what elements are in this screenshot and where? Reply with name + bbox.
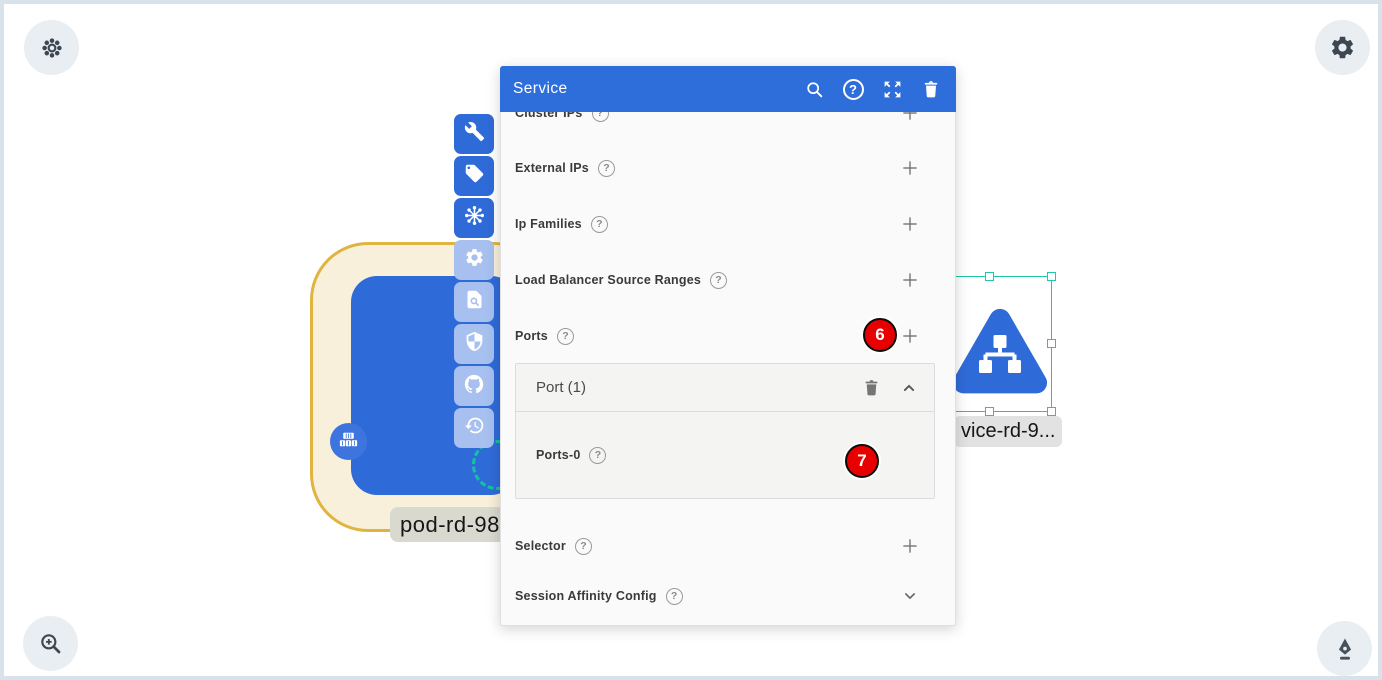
document-search-icon (464, 289, 485, 315)
step-badge-6-number: 6 (875, 325, 885, 344)
add-selector-button[interactable] (899, 535, 921, 557)
tag-icon (464, 163, 485, 189)
field-label: Session Affinity Config (515, 589, 657, 603)
toolbar-item-tag[interactable] (454, 156, 494, 196)
field-row-load-balancer-source-ranges: Load Balancer Source Ranges ? (515, 267, 941, 293)
help-glyph: ? (715, 274, 722, 286)
service-label: vice-rd-9... (954, 416, 1062, 447)
step-badge-7: 7 (845, 444, 879, 478)
collapse-port-chevron[interactable] (898, 377, 920, 399)
delete-icon[interactable] (920, 78, 942, 100)
toolbar-item-gear[interactable] (454, 240, 494, 280)
toolbar-item-wrench[interactable] (454, 114, 494, 154)
help-icon[interactable]: ? (710, 271, 728, 289)
zoom-button[interactable] (23, 616, 78, 671)
help-icon[interactable]: ? (842, 78, 864, 100)
help-glyph: ? (594, 449, 602, 461)
field-row-external-ips: External IPs ? (515, 155, 941, 181)
field-row-selector: Selector ? (515, 533, 941, 559)
gear-icon (464, 247, 485, 273)
add-load-balancer-source-ranges-button[interactable] (899, 269, 921, 291)
add-external-ips-button[interactable] (899, 157, 921, 179)
help-icon[interactable]: ? (556, 327, 574, 345)
expand-icon[interactable] (881, 78, 903, 100)
help-icon[interactable]: ? (590, 215, 608, 233)
node-toolbar (454, 114, 494, 448)
help-glyph: ? (596, 218, 603, 230)
field-label: Load Balancer Source Ranges (515, 273, 702, 287)
step-badge-6: 6 (863, 318, 897, 352)
github-icon (463, 373, 485, 400)
app-canvas: pod-rd-98 vice-rd-9... Cluster IPs ? Ext… (0, 0, 1382, 680)
toolbar-item-shield[interactable] (454, 324, 494, 364)
settings-button[interactable] (1315, 20, 1370, 75)
add-port-button[interactable] (899, 325, 921, 347)
help-icon[interactable]: ? (574, 537, 592, 555)
field-row-ip-families: Ip Families ? (515, 211, 941, 237)
container-icon (337, 428, 360, 456)
help-glyph: ? (562, 330, 569, 342)
hub-icon (463, 204, 486, 232)
field-row-session-affinity-config: Session Affinity Config ? (515, 583, 941, 609)
help-glyph: ? (603, 162, 610, 174)
service-label-text: vice-rd-9... (961, 420, 1056, 442)
help-icon[interactable]: ? (597, 159, 615, 177)
container-port-handle[interactable] (330, 423, 367, 460)
help-glyph: ? (670, 590, 678, 602)
field-label: Ip Families (515, 217, 582, 231)
delete-port-button[interactable] (860, 377, 882, 399)
toolbar-item-github[interactable] (454, 366, 494, 406)
field-label: External IPs (515, 161, 589, 175)
shield-icon (464, 331, 485, 357)
port-group-title: Port (1) (536, 379, 587, 396)
toolbar-item-history[interactable] (454, 408, 494, 448)
help-glyph: ? (580, 540, 587, 552)
search-icon[interactable] (803, 78, 825, 100)
pod-label-text: pod-rd-98 (400, 511, 500, 537)
history-icon (464, 415, 485, 441)
field-label: Ports (515, 329, 548, 343)
help-icon[interactable]: ? (589, 446, 607, 464)
zoom-in-icon (38, 631, 64, 657)
toolbar-item-hub[interactable] (454, 198, 494, 238)
selection-handle-right-middle[interactable] (1047, 339, 1056, 348)
network-hierarchy-icon (977, 335, 1023, 380)
selection-handle-bottom-center[interactable] (985, 407, 994, 416)
dialog-header[interactable]: Service ? (500, 66, 956, 112)
selection-handle-bottom-right[interactable] (1047, 407, 1056, 416)
gear-icon (1329, 34, 1356, 61)
pen-nib-icon (1332, 636, 1358, 662)
add-ip-families-button[interactable] (899, 213, 921, 235)
flower-hub-icon (39, 35, 65, 61)
draw-tool-button[interactable] (1317, 621, 1372, 676)
expand-session-affinity-chevron[interactable] (899, 585, 921, 607)
port-group-panel: Port (1) Ports-0 ? (515, 363, 935, 499)
wrench-icon (464, 121, 485, 147)
field-label: Selector (515, 539, 566, 553)
toolbar-item-document-search[interactable] (454, 282, 494, 322)
app-menu-button[interactable] (24, 20, 79, 75)
selection-handle-top-center[interactable] (985, 272, 994, 281)
help-icon[interactable]: ? (665, 587, 683, 605)
port-group-header: Port (1) (516, 364, 934, 412)
help-glyph: ? (842, 78, 864, 100)
dialog-title: Service (513, 80, 568, 97)
field-label: Ports-0 (536, 448, 581, 462)
step-badge-7-number: 7 (857, 451, 867, 470)
selection-handle-top-right[interactable] (1047, 272, 1056, 281)
